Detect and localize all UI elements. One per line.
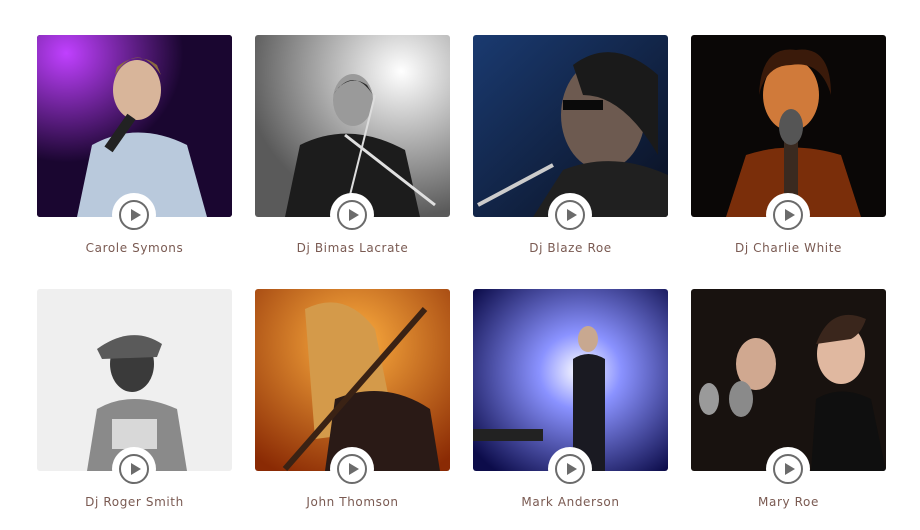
play-icon: [337, 200, 367, 230]
artist-card[interactable]: Mary Roe: [691, 289, 886, 516]
artist-photo[interactable]: [691, 35, 886, 217]
play-button[interactable]: [112, 447, 156, 491]
artist-card[interactable]: Mark Anderson: [473, 289, 668, 516]
photo-image: [473, 35, 668, 217]
play-button[interactable]: [548, 447, 592, 491]
photo-image: [37, 35, 232, 217]
play-button[interactable]: [766, 193, 810, 237]
artist-name[interactable]: Mary Roe: [691, 495, 886, 509]
play-icon: [773, 454, 803, 484]
play-button[interactable]: [112, 193, 156, 237]
play-button[interactable]: [548, 193, 592, 237]
artist-card[interactable]: Dj Roger Smith: [37, 289, 232, 516]
artist-name[interactable]: Dj Charlie White: [691, 241, 886, 255]
artist-name[interactable]: Carole Symons: [37, 241, 232, 255]
play-icon: [555, 200, 585, 230]
artist-photo[interactable]: [691, 289, 886, 471]
artist-photo[interactable]: [473, 289, 668, 471]
artist-photo[interactable]: [255, 289, 450, 471]
artist-card[interactable]: Dj Blaze Roe: [473, 35, 668, 262]
artist-card[interactable]: Dj Charlie White: [691, 35, 886, 262]
play-icon: [119, 454, 149, 484]
play-icon: [555, 454, 585, 484]
photo-image: [473, 289, 668, 471]
artist-card[interactable]: Carole Symons: [37, 35, 232, 262]
artist-name[interactable]: Dj Blaze Roe: [473, 241, 668, 255]
artist-card[interactable]: Dj Bimas Lacrate: [255, 35, 450, 262]
artist-photo[interactable]: [473, 35, 668, 217]
photo-image: [255, 289, 450, 471]
photo-image: [691, 35, 886, 217]
artist-grid: Carole Symons Dj Bimas Lacrate Dj Blaze …: [37, 35, 886, 516]
photo-image: [691, 289, 886, 471]
artist-name[interactable]: Mark Anderson: [473, 495, 668, 509]
play-button[interactable]: [330, 193, 374, 237]
artist-name[interactable]: John Thomson: [255, 495, 450, 509]
artist-card[interactable]: John Thomson: [255, 289, 450, 516]
photo-image: [255, 35, 450, 217]
artist-photo[interactable]: [37, 35, 232, 217]
artist-name[interactable]: Dj Bimas Lacrate: [255, 241, 450, 255]
play-icon: [773, 200, 803, 230]
photo-image: [37, 289, 232, 471]
artist-photo[interactable]: [37, 289, 232, 471]
play-button[interactable]: [766, 447, 810, 491]
play-icon: [119, 200, 149, 230]
artist-name[interactable]: Dj Roger Smith: [37, 495, 232, 509]
artist-photo[interactable]: [255, 35, 450, 217]
play-icon: [337, 454, 367, 484]
play-button[interactable]: [330, 447, 374, 491]
